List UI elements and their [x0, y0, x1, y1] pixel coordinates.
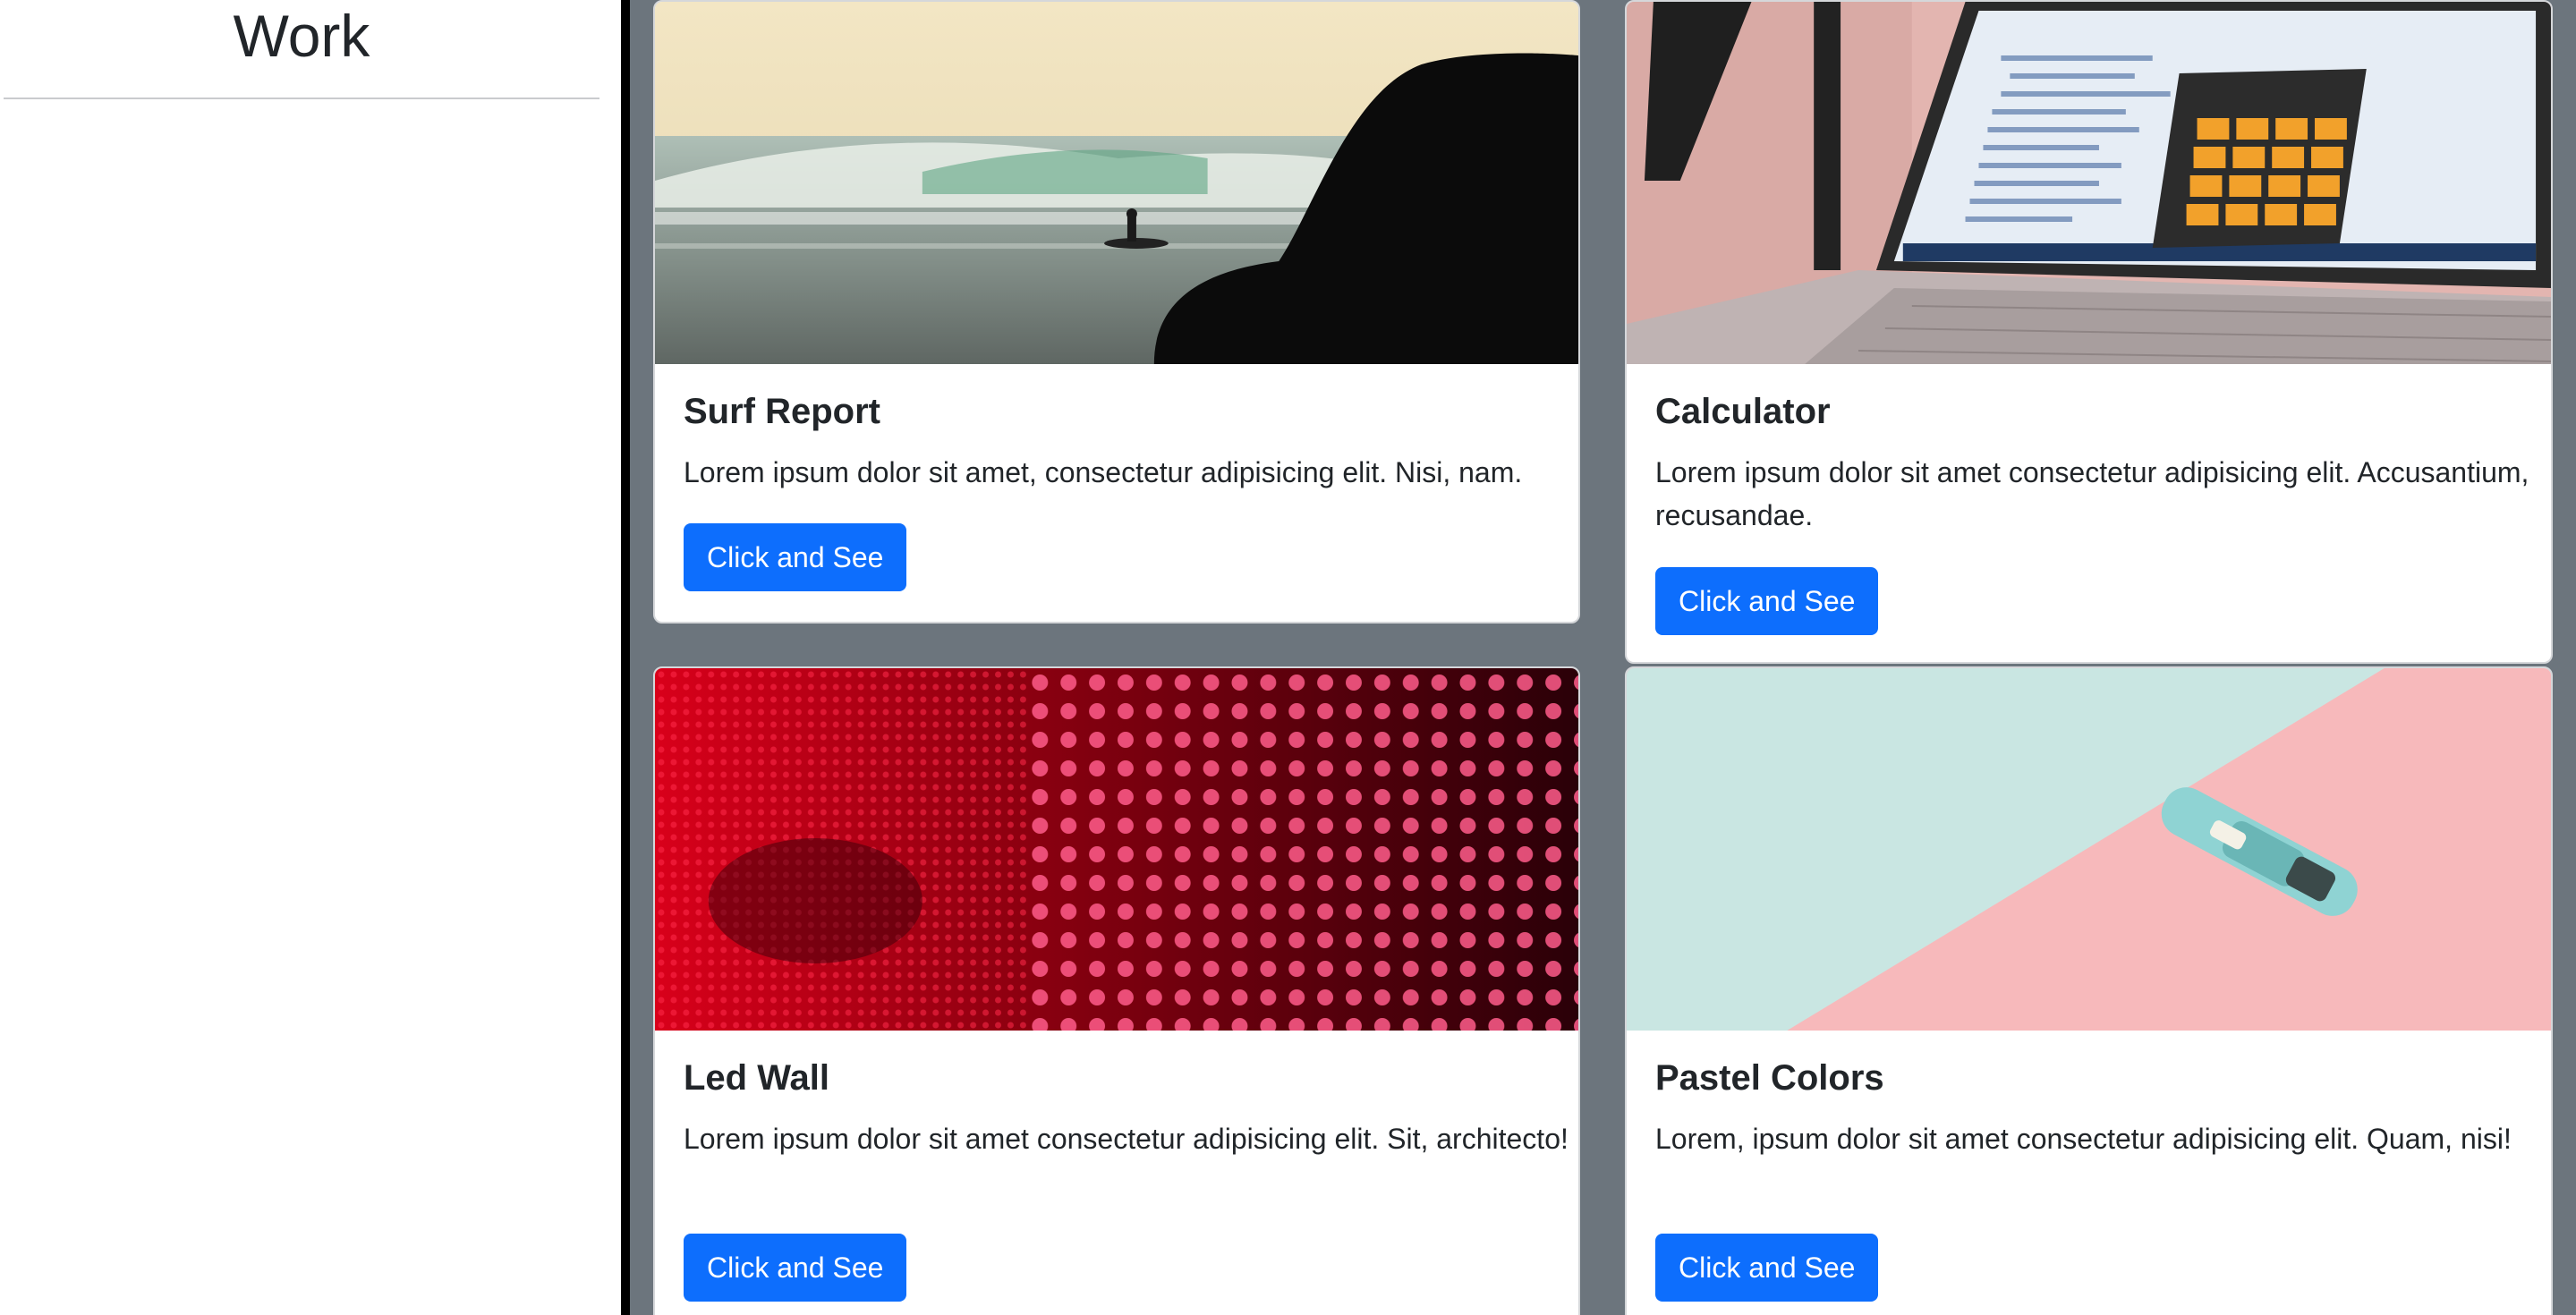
- card-title: Surf Report: [684, 392, 880, 431]
- title-divider: [4, 98, 599, 99]
- click-and-see-button[interactable]: Click and See: [1655, 1234, 1879, 1302]
- click-and-see-button[interactable]: Click and See: [684, 1234, 907, 1302]
- card-led-wall: Led Wall Lorem ipsum dolor sit amet cons…: [653, 666, 1580, 1315]
- card-surf-report: Surf Report Lorem ipsum dolor sit amet, …: [653, 0, 1580, 624]
- left-panel: Work: [0, 0, 621, 1315]
- card-title: Led Wall: [684, 1058, 829, 1098]
- card-text: Lorem ipsum dolor sit amet, consectetur …: [684, 456, 1523, 488]
- card-text: Lorem ipsum dolor sit amet consectetur a…: [1655, 456, 2529, 531]
- pastel-image: [1627, 668, 2551, 1031]
- card-text: Lorem, ipsum dolor sit amet consectetur …: [1655, 1123, 2512, 1155]
- card-pastel-colors: Pastel Colors Lorem, ipsum dolor sit ame…: [1625, 666, 2553, 1315]
- click-and-see-button[interactable]: Click and See: [1655, 567, 1879, 635]
- surf-image: [655, 2, 1578, 364]
- card-title: Pastel Colors: [1655, 1058, 1884, 1098]
- card-title: Calculator: [1655, 392, 1831, 431]
- card-text: Lorem ipsum dolor sit amet consectetur a…: [684, 1123, 1569, 1155]
- app: Work Surf Report Lorem ipsum dolor sit a…: [0, 0, 2576, 1315]
- click-and-see-button[interactable]: Click and See: [684, 523, 907, 591]
- card-calculator: Calculator Lorem ipsum dolor sit amet co…: [1625, 0, 2553, 664]
- section-title: Work: [233, 3, 370, 69]
- panel-divider: [621, 0, 630, 1315]
- card-grid: Surf Report Lorem ipsum dolor sit amet, …: [630, 0, 2576, 1315]
- calculator-image: [1627, 2, 2551, 364]
- led-wall-image: [655, 668, 1578, 1031]
